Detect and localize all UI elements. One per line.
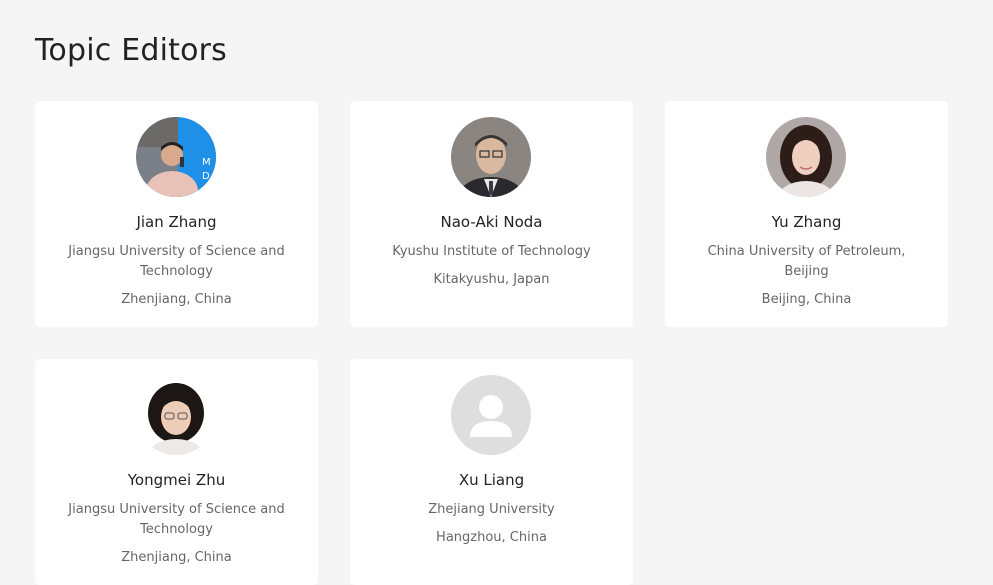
editor-location: Beijing, China [761, 292, 852, 307]
editor-card[interactable]: Nao-Aki Noda Kyushu Institute of Technol… [350, 101, 633, 327]
editor-card[interactable]: Xu Liang Zhejiang University Hangzhou, C… [350, 359, 633, 585]
editor-location: Zhenjiang, China [121, 292, 232, 307]
svg-text:M: M [202, 157, 211, 168]
editor-name: Nao-Aki Noda [440, 213, 543, 231]
editor-location: Zhenjiang, China [121, 550, 232, 565]
editor-avatar-photo [766, 117, 846, 197]
editor-affiliation: Kyushu Institute of Technology Kitakyush… [380, 242, 603, 290]
editor-location: Kitakyushu, Japan [433, 272, 550, 287]
editor-avatar-photo: M D [136, 117, 216, 197]
topic-editors-section: Topic Editors M D Jian Zhang Jiangsu Uni… [0, 0, 993, 585]
editor-name: Yongmei Zhu [127, 471, 226, 489]
editor-avatar-photo [136, 375, 216, 455]
placeholder-user-icon [451, 375, 531, 455]
editor-institution: Jiangsu University of Science and Techno… [68, 244, 285, 279]
svg-text:D: D [202, 171, 210, 182]
editor-name: Jian Zhang [136, 213, 217, 231]
editor-card[interactable]: M D Jian Zhang Jiangsu University of Sci… [35, 101, 318, 327]
editor-name: Xu Liang [458, 471, 525, 489]
editor-card[interactable]: Yu Zhang China University of Petroleum, … [665, 101, 948, 327]
editor-location: Hangzhou, China [436, 530, 547, 545]
editor-name: Yu Zhang [771, 213, 842, 231]
editor-institution: Jiangsu University of Science and Techno… [68, 502, 285, 537]
editor-institution: China University of Petroleum, Beijing [707, 244, 906, 279]
editor-affiliation: Zhejiang University Hangzhou, China [380, 500, 603, 548]
editor-affiliation: Jiangsu University of Science and Techno… [65, 242, 288, 310]
editor-card[interactable]: Yongmei Zhu Jiangsu University of Scienc… [35, 359, 318, 585]
editor-affiliation: Jiangsu University of Science and Techno… [65, 500, 288, 568]
editor-institution: Kyushu Institute of Technology [392, 244, 591, 259]
section-title: Topic Editors [35, 33, 228, 68]
editor-institution: Zhejiang University [428, 502, 555, 517]
editor-avatar-photo [451, 117, 531, 197]
editor-affiliation: China University of Petroleum, Beijing B… [695, 242, 918, 310]
